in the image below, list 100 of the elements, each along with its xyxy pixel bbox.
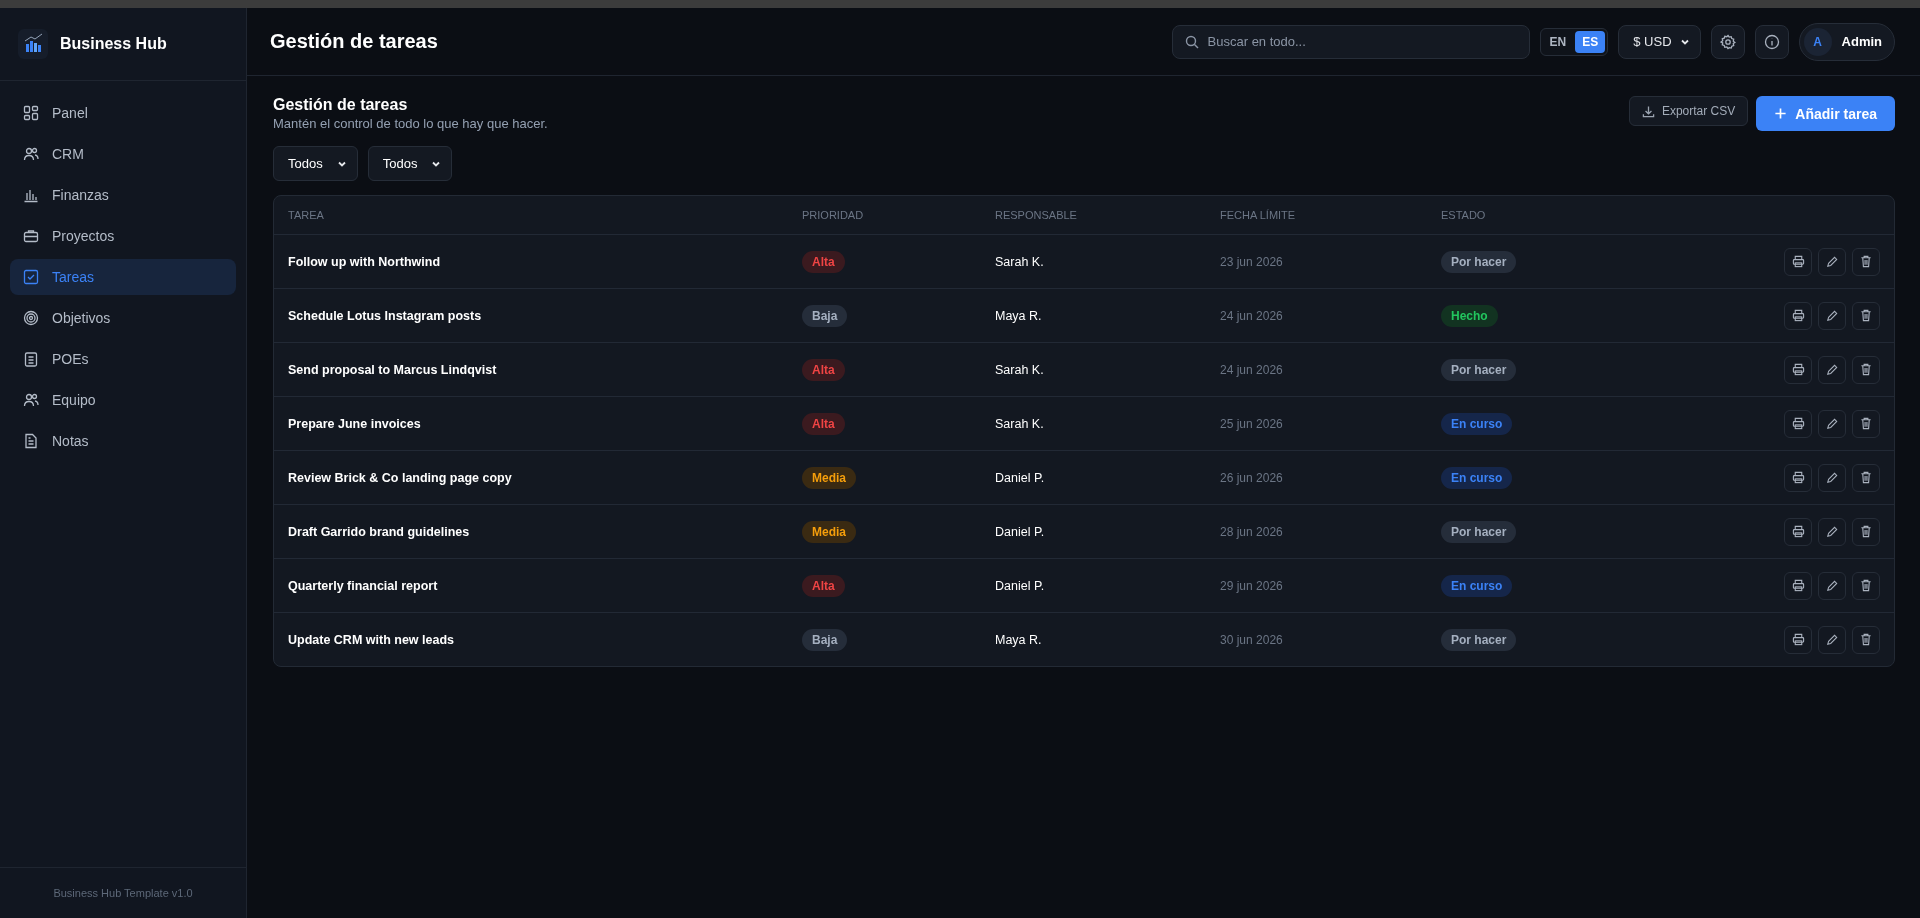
sidebar-item[interactable]: POEs xyxy=(10,341,236,377)
delete-button[interactable] xyxy=(1852,301,1880,330)
priority-badge: Alta xyxy=(802,358,845,381)
info-button[interactable] xyxy=(1754,24,1789,59)
page-header-title: Gestión de tareas xyxy=(270,30,438,53)
section-title: Gestión de tareas xyxy=(273,96,409,114)
filter-select[interactable]: Todos xyxy=(367,146,453,181)
trash-icon xyxy=(1860,309,1872,322)
trash-icon xyxy=(1860,363,1872,376)
delete-button[interactable] xyxy=(1852,625,1880,654)
bar-chart-logo-icon xyxy=(18,29,48,59)
sidebar-item[interactable]: Finanzas xyxy=(10,177,236,213)
plus-icon xyxy=(1774,107,1788,120)
priority-badge: Alta xyxy=(802,574,845,597)
edit-button[interactable] xyxy=(1818,517,1846,546)
task-name: Follow up with Northwind xyxy=(288,254,442,269)
pencil-icon xyxy=(1826,525,1838,538)
priority-badge: Alta xyxy=(802,250,845,273)
sidebar-item[interactable]: Panel xyxy=(10,95,236,131)
printer-icon xyxy=(1791,309,1805,322)
printer-icon xyxy=(1791,525,1805,538)
status-badge: Por hacer xyxy=(1441,628,1517,651)
printer-icon xyxy=(1791,579,1805,592)
bar-chart-icon xyxy=(23,187,39,203)
settings-button[interactable] xyxy=(1710,24,1745,59)
currency-select[interactable]: $ USD xyxy=(1618,24,1701,59)
due-date: 24 jun 2026 xyxy=(1220,362,1284,377)
assignee: Daniel P. xyxy=(995,470,1046,485)
delete-button[interactable] xyxy=(1852,571,1880,600)
delete-button[interactable] xyxy=(1852,463,1880,492)
document-icon xyxy=(23,433,39,449)
task-name: Schedule Lotus Instagram posts xyxy=(288,308,483,323)
task-name: Draft Garrido brand guidelines xyxy=(288,524,471,539)
user-menu[interactable]: A Admin xyxy=(1798,22,1895,61)
trash-icon xyxy=(1860,525,1872,538)
edit-button[interactable] xyxy=(1818,355,1846,384)
edit-button[interactable] xyxy=(1818,625,1846,654)
pencil-icon xyxy=(1826,309,1838,322)
sidebar-item[interactable]: CRM xyxy=(10,136,236,172)
section-subtitle: Mantén el control de todo lo que hay que hacer. xyxy=(273,116,548,131)
language-option[interactable]: ES xyxy=(1575,30,1606,53)
priority-badge: Baja xyxy=(802,628,848,651)
sidebar-item[interactable]: Equipo xyxy=(10,382,236,418)
column-header: PRIORIDAD xyxy=(802,209,865,221)
search-field[interactable]: Buscar en todo... xyxy=(1171,24,1530,59)
priority-badge: Baja xyxy=(802,304,848,327)
edit-button[interactable] xyxy=(1818,409,1846,438)
edit-button[interactable] xyxy=(1818,463,1846,492)
pencil-icon xyxy=(1826,255,1838,268)
column-header: ESTADO xyxy=(1441,209,1487,221)
delete-button[interactable] xyxy=(1852,355,1880,384)
due-date: 29 jun 2026 xyxy=(1220,578,1284,593)
print-button[interactable] xyxy=(1784,571,1812,600)
print-button[interactable] xyxy=(1784,247,1812,276)
info-icon xyxy=(1763,33,1780,50)
due-date: 30 jun 2026 xyxy=(1220,632,1284,647)
task-name: Quarterly financial report xyxy=(288,578,439,593)
filter-select[interactable]: Todos xyxy=(273,146,358,181)
trash-icon xyxy=(1860,417,1872,430)
sidebar-item[interactable]: Objetivos xyxy=(10,300,236,336)
edit-button[interactable] xyxy=(1818,247,1846,276)
sidebar-item[interactable]: Proyectos xyxy=(10,218,236,254)
edit-button[interactable] xyxy=(1818,301,1846,330)
task-name: Update CRM with new leads xyxy=(288,632,455,647)
pencil-icon xyxy=(1826,363,1838,376)
printer-icon xyxy=(1791,471,1805,484)
assignee: Daniel P. xyxy=(995,578,1046,593)
trash-icon xyxy=(1860,579,1872,592)
trash-icon xyxy=(1860,633,1872,646)
sidebar-item[interactable]: Tareas xyxy=(10,259,236,295)
print-button[interactable] xyxy=(1784,625,1812,654)
due-date: 23 jun 2026 xyxy=(1220,254,1284,269)
download-icon xyxy=(1641,104,1655,118)
printer-icon xyxy=(1791,417,1805,430)
print-button[interactable] xyxy=(1784,463,1812,492)
avatar: A xyxy=(1803,27,1832,56)
trash-icon xyxy=(1860,471,1872,484)
export-csv-button[interactable]: Exportar CSV xyxy=(1628,96,1749,126)
print-button[interactable] xyxy=(1784,301,1812,330)
delete-button[interactable] xyxy=(1852,517,1880,546)
pencil-icon xyxy=(1826,417,1838,430)
version-text: Business Hub Template v1.0 xyxy=(53,887,193,899)
priority-badge: Media xyxy=(802,520,856,543)
add-task-button[interactable]: Añadir tarea xyxy=(1756,96,1895,131)
column-header: RESPONSABLE xyxy=(995,209,1078,221)
print-button[interactable] xyxy=(1784,517,1812,546)
language-option[interactable]: EN xyxy=(1542,30,1574,53)
delete-button[interactable] xyxy=(1852,409,1880,438)
status-badge: Por hacer xyxy=(1441,520,1517,543)
column-header: FECHA LÍMITE xyxy=(1220,209,1297,221)
assignee: Daniel P. xyxy=(995,524,1046,539)
briefcase-icon xyxy=(23,228,39,244)
column-header: TAREA xyxy=(288,209,325,221)
edit-button[interactable] xyxy=(1818,571,1846,600)
delete-button[interactable] xyxy=(1852,247,1880,276)
sidebar-item[interactable]: Notas xyxy=(10,423,236,459)
print-button[interactable] xyxy=(1784,355,1812,384)
due-date: 28 jun 2026 xyxy=(1220,524,1284,539)
priority-badge: Alta xyxy=(802,412,845,435)
print-button[interactable] xyxy=(1784,409,1812,438)
